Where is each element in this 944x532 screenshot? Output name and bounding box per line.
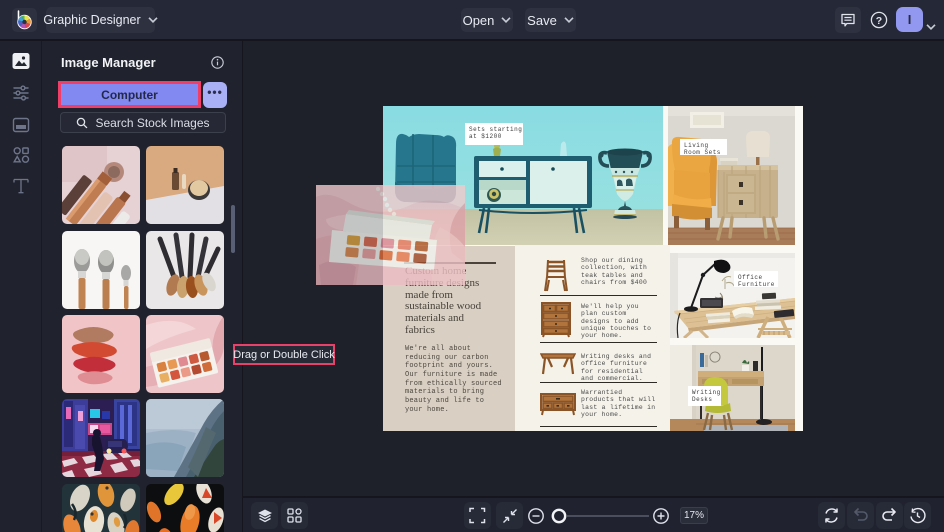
svg-text:?: ? [876,15,882,27]
